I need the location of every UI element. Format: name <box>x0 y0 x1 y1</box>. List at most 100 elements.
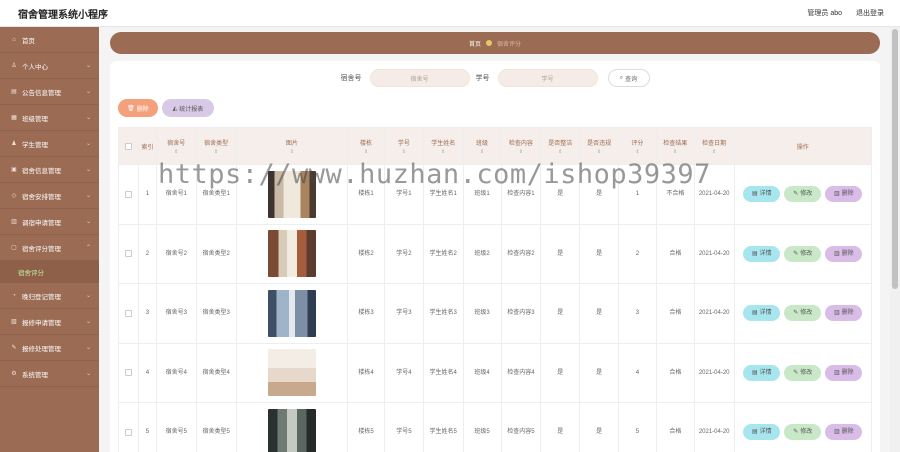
cell-image <box>237 343 349 402</box>
breadcrumb: 首页 宿舍评分 <box>110 32 880 54</box>
sidebar-item-dorm-info[interactable]: ▣ 宿舍信息管理 ⌄ <box>0 157 99 183</box>
edit-button[interactable]: ✎ 修改 <box>784 245 822 262</box>
table-row: 5 宿舍号5 宿舍类型5 楼栋5 学号5 学生姓名5 班级5 检查内容5 是是 5 合格 2021-0… <box>118 403 872 452</box>
delete-button[interactable]: ▥ 删除 <box>825 245 863 262</box>
column-header-violation[interactable]: 是否违规 ⇕ <box>580 128 620 164</box>
sidebar-item-class[interactable]: ▦ 班级管理 ⌄ <box>0 105 99 131</box>
search-icon: ⌕ <box>619 74 624 81</box>
sidebar-item-late-return[interactable]: ◔ 晚归登记管理 ⌄ <box>0 283 99 309</box>
sidebar-item-dorm-score[interactable]: ▢ 宿舍评分管理 ⌃ <box>0 235 99 261</box>
edit-button-label: 修改 <box>800 250 813 257</box>
cell-room: 宿舍号1 <box>157 165 197 224</box>
column-header-image[interactable]: 图片 ⇕ <box>237 128 349 164</box>
select-all-checkbox[interactable] <box>124 142 132 150</box>
room-search-input[interactable]: 宿舍号 <box>369 69 470 87</box>
logout-link[interactable]: 退出登录 <box>856 8 884 18</box>
column-header-type[interactable]: 宿舍类型 ⇕ <box>197 128 237 164</box>
sidebar-item-system[interactable]: ⚙ 系统管理 ⌄ <box>0 361 99 387</box>
sid-search-input[interactable]: 学号 <box>497 69 598 87</box>
cell-type: 宿舍类型4 <box>197 343 237 402</box>
sort-icon[interactable]: ⇕ <box>519 149 523 155</box>
page-scrollbar[interactable] <box>890 27 900 452</box>
cell-ops: ▤ 详情 ✎ 修改 ▥ 删除 <box>735 403 871 452</box>
row-checkbox[interactable] <box>124 190 132 198</box>
dorm-photo[interactable] <box>267 230 316 278</box>
cell-index: 2 <box>139 224 157 283</box>
search-form: 宿舍号 宿舍号 学号 学号 ⌕ 查询 <box>110 69 880 87</box>
column-header-building[interactable]: 楼栋 ⇕ <box>348 128 385 164</box>
edit-button[interactable]: ✎ 修改 <box>784 305 822 322</box>
detail-button[interactable]: ▤ 详情 <box>743 245 781 262</box>
query-button[interactable]: ⌕ 查询 <box>607 69 650 87</box>
dorm-photo[interactable] <box>267 170 316 218</box>
breadcrumb-home[interactable]: 首页 <box>469 39 481 48</box>
delete-button[interactable]: ▥ 删除 <box>825 424 863 441</box>
sidebar-item-home[interactable]: ⌂ 首页 <box>0 27 99 53</box>
column-header-sid[interactable]: 学号 ⇕ <box>385 128 424 164</box>
sort-icon[interactable]: ⇕ <box>480 149 484 155</box>
sort-icon[interactable]: ⇕ <box>364 149 368 155</box>
sidebar-item-repair-handle[interactable]: ✎ 报修处理管理 ⌄ <box>0 335 99 361</box>
stats-report-button[interactable]: ◭ 统计报表 <box>162 99 214 117</box>
cell-tidy: 是 <box>541 343 581 402</box>
cell-name: 学生姓名5 <box>424 403 464 452</box>
dorm-photo[interactable] <box>267 349 316 397</box>
sort-icon[interactable]: ⇕ <box>558 149 562 155</box>
column-header-check[interactable]: 检查内容 ⇕ <box>501 128 542 164</box>
sidebar-item-transfer-apply[interactable]: ▥ 调宿申请管理 ⌄ <box>0 209 99 235</box>
row-checkbox[interactable] <box>124 309 132 317</box>
column-header-score[interactable]: 评分 ⇕ <box>619 128 657 164</box>
sidebar-item-label: 班级管理 <box>22 115 48 123</box>
sidebar-subitem-dorm-score[interactable]: 宿舍评分 <box>0 261 99 283</box>
column-header-class[interactable]: 班级 ⇕ <box>464 128 502 164</box>
sidebar-item-label: 系统管理 <box>22 371 48 379</box>
detail-button[interactable]: ▤ 详情 <box>743 305 781 322</box>
column-header-tidy[interactable]: 是否整洁 ⇕ <box>541 128 581 164</box>
delete-button[interactable]: ▥ 删除 <box>825 186 863 203</box>
sort-icon[interactable]: ⇕ <box>673 149 677 155</box>
detail-button[interactable]: ▤ 详情 <box>743 364 781 381</box>
cell-check: 检查内容5 <box>502 403 542 452</box>
dorm-photo[interactable] <box>267 289 316 337</box>
sort-icon[interactable]: ⇕ <box>712 149 716 155</box>
sidebar-item-repair-apply[interactable]: ▧ 报修申请管理 ⌄ <box>0 309 99 335</box>
edit-button[interactable]: ✎ 修改 <box>784 186 822 203</box>
column-header-date[interactable]: 检查日期 ⇕ <box>695 128 735 164</box>
sidebar-item-student[interactable]: ♟ 学生管理 ⌄ <box>0 131 99 157</box>
sort-icon[interactable]: ⇕ <box>597 149 601 155</box>
edit-button[interactable]: ✎ 修改 <box>784 364 822 381</box>
delete-button[interactable]: ▥ 删除 <box>825 364 863 381</box>
cell-image <box>237 284 349 343</box>
sort-icon[interactable]: ⇕ <box>635 149 639 155</box>
current-user[interactable]: 管理员 abo <box>807 8 842 18</box>
sidebar-item-notice[interactable]: ▤ 公告信息管理 ⌄ <box>0 79 99 105</box>
column-header-name[interactable]: 学生姓名 ⇕ <box>424 128 464 164</box>
column-header-room[interactable]: 宿舍号 ⇕ <box>157 128 197 164</box>
trash-icon: ▥ <box>833 191 840 198</box>
table-row: 1 宿舍号1 宿舍类型1 楼栋1 学号1 学生姓名1 班级1 检查内容1 是是 1 不合格 2021-… <box>118 165 872 225</box>
sort-icon[interactable]: ⇕ <box>402 149 406 155</box>
column-header-label: 图片 <box>285 140 298 147</box>
scrollbar-thumb[interactable] <box>892 29 898 289</box>
delete-button[interactable]: ▥ 删除 <box>825 305 863 322</box>
fix-icon: ✎ <box>11 344 17 351</box>
list-panel: 宿舍号 宿舍号 学号 学号 ⌕ 查询 🗑 删除 ◭ 统计报表 索引 宿舍号 ⇕ 宿舍类型… <box>110 61 880 452</box>
sort-icon[interactable]: ⇕ <box>290 149 294 155</box>
cell-class: 班级1 <box>464 165 502 224</box>
sidebar-item-profile[interactable]: ♙ 个人中心 ⌄ <box>0 53 99 79</box>
row-checkbox[interactable] <box>124 250 132 258</box>
cell-result: 合格 <box>657 343 695 402</box>
column-header-result[interactable]: 检查结果 ⇕ <box>657 128 695 164</box>
edit-button[interactable]: ✎ 修改 <box>784 424 822 441</box>
batch-delete-button[interactable]: 🗑 删除 <box>118 99 158 117</box>
sort-icon[interactable]: ⇕ <box>441 149 445 155</box>
sidebar-item-dorm-arrange[interactable]: ◇ 宿舍安排管理 ⌄ <box>0 183 99 209</box>
detail-button[interactable]: ▤ 详情 <box>743 424 781 441</box>
dorm-photo[interactable] <box>267 408 316 452</box>
row-checkbox[interactable] <box>124 428 132 436</box>
chevron-down-icon: ⌄ <box>85 115 91 121</box>
detail-button[interactable]: ▤ 详情 <box>743 186 781 203</box>
row-checkbox[interactable] <box>124 369 132 377</box>
sort-icon[interactable]: ⇕ <box>174 149 178 155</box>
sort-icon[interactable]: ⇕ <box>214 149 218 155</box>
